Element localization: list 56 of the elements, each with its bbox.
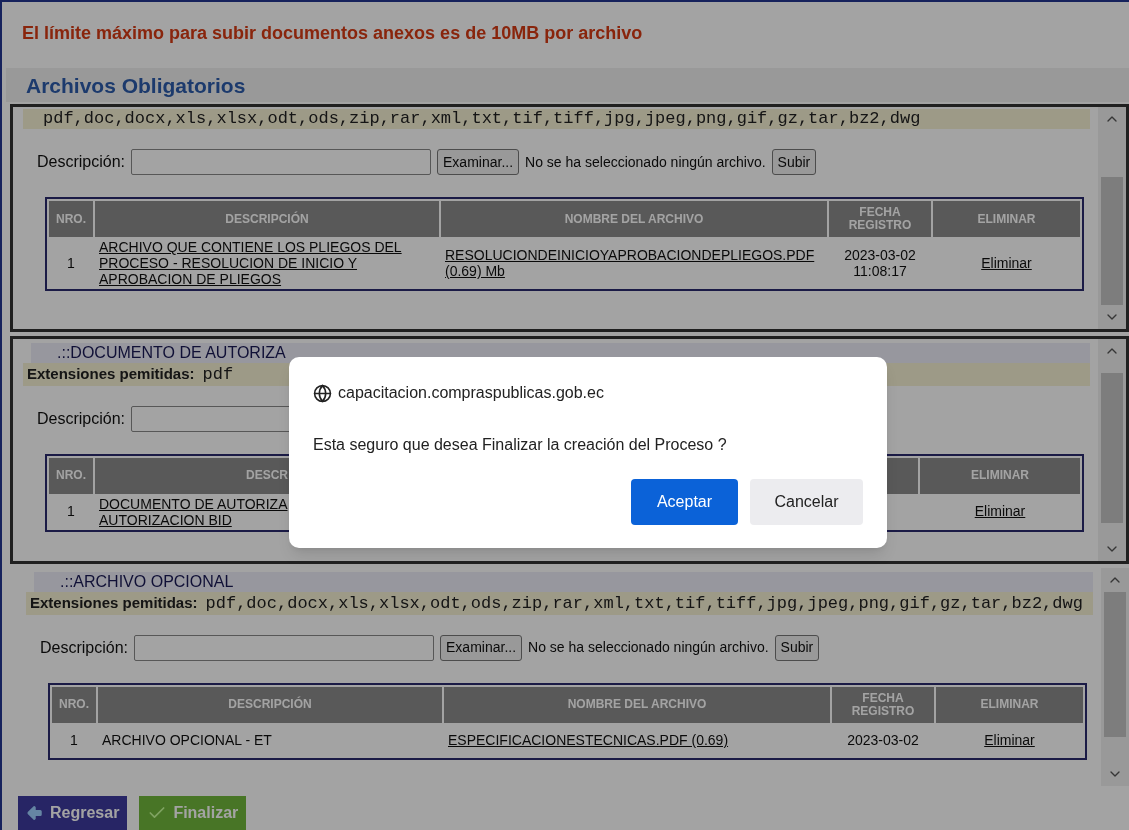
dialog-message: Esta seguro que desea Finalizar la creación del Proceso ? [313,435,728,455]
scrollbar-thumb[interactable] [1101,373,1123,523]
delete-link[interactable]: Eliminar [936,729,1083,751]
upload-limit-notice: El límite máximo para subir documentos anexos es de 10MB por archivo [21,22,644,45]
extensions-list: pdf,doc,docx,xls,xlsx,odt,ods,zip,rar,xml,txt,tif,tiff,jpg,jpeg,png,gif,gz,tar,bz2,dwg [43,109,921,129]
column-header: DESCRIPCIÓN [95,201,439,237]
column-header: NOMBRE DEL ARCHIVO [444,686,830,723]
upload-button[interactable]: Subir [771,149,817,175]
delete-link[interactable]: Eliminar [920,501,1080,522]
file-link[interactable]: ESPECIFICACIONESTECNICAS.PDF (0.69) [444,732,830,748]
arrow-icon [26,804,44,822]
description-label: Descripción: [40,637,129,658]
scrollbar[interactable] [1098,339,1126,561]
description-field[interactable] [134,634,435,661]
scrollbar-thumb[interactable] [1101,177,1123,305]
no-file-text: No se ha seleccionado ningún archivo. [528,638,769,657]
section-title: .::ARCHIVO OPCIONAL [34,572,1093,592]
file-link[interactable]: RESOLUCIONDEINICIOYAPROBACIONDEPLIEGOS.PDF (0.69) Mb [441,247,827,279]
cancel-button[interactable]: Cancelar [750,479,863,525]
browse-button[interactable]: Examinar... [437,149,520,175]
description-field[interactable] [131,149,432,175]
description-label: Descripción: [37,408,126,429]
column-header: NOMBRE DEL ARCHIVO [441,201,827,237]
description-label: Descripción: [37,152,126,172]
column-header: NRO. [52,686,96,723]
confirm-button[interactable]: Aceptar [631,479,738,525]
table-cell-text: 1 [66,502,76,521]
scrollbar-thumb[interactable] [1104,592,1126,737]
column-header: DESCRIPCIÓN [98,686,442,723]
back-button[interactable]: Regresar [18,796,128,830]
column-header: NRO. [49,457,93,494]
delete-link[interactable]: Eliminar [933,252,1080,274]
upload-button[interactable]: Subir [774,634,820,661]
table-cell-text: ARCHIVO OPCIONAL - ET [101,732,273,748]
scrollbar[interactable] [1098,107,1126,329]
extensions-list: pdf [202,365,234,385]
column-header: NRO. [49,201,93,237]
column-header: ELIMINAR [933,201,1080,237]
table-cell-text: 2023-03-02 11:08:17 [843,247,917,279]
column-header: ELIMINAR [936,686,1083,723]
description-link[interactable]: ARCHIVO QUE CONTIENE LOS PLIEGOS DEL PROCESO - RESOLUCION DE INICIO Y APROBACION DE PLIEGOS [95,239,439,287]
table-cell-text: 1 [66,253,76,273]
section-heading: Archivos Obligatorios [6,68,1129,102]
column-header: FECHA REGISTRO [829,201,931,237]
scrollbar[interactable] [1101,568,1129,786]
column-header: FECHA REGISTRO [832,686,934,723]
extensions-list: pdf,doc,docx,xls,xlsx,odt,ods,zip,rar,xml,txt,tif,tiff,jpg,jpeg,png,gif,gz,tar,bz2,dwg [205,594,1083,614]
no-file-text: No se ha seleccionado ningún archivo. [525,152,766,172]
dialog-origin: capacitacion.compraspublicas.gob.ec [338,383,604,403]
table-cell-text: 1 [69,730,79,750]
extensions-label: Extensiones pemitidas: [30,593,198,613]
table-cell-text: 2023-03-02 [846,732,920,748]
extensions-label: Extensiones pemitidas: [27,364,195,384]
globe-icon [313,383,332,403]
browse-button[interactable]: Examinar... [440,634,523,661]
column-header: ELIMINAR [920,457,1080,494]
